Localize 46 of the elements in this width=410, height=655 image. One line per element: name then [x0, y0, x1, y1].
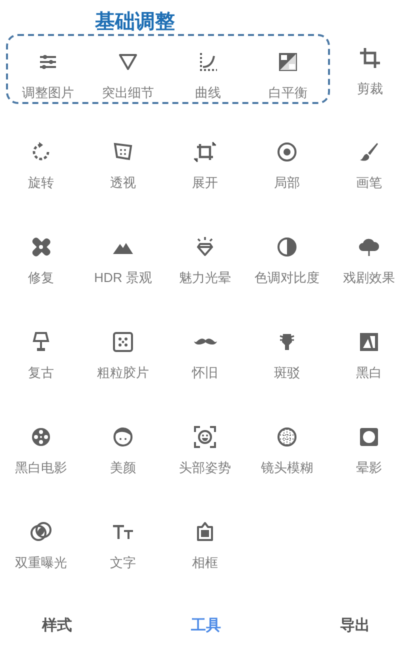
tool-button[interactable]: 展开 — [164, 128, 246, 192]
crop-icon — [358, 46, 382, 70]
tool-button[interactable]: 镜头模糊 — [246, 413, 328, 477]
tool-button[interactable]: 旋转 — [0, 128, 82, 192]
target-icon — [275, 140, 299, 164]
tool-button[interactable]: 局部 — [246, 128, 328, 192]
face-frame-icon — [193, 425, 217, 449]
tool-button[interactable]: 美颜 — [82, 413, 164, 477]
tool-button[interactable]: 文字 — [82, 508, 164, 572]
tool-button[interactable]: 戏剧效果 — [328, 223, 410, 287]
tool-button[interactable]: 白平衡 — [248, 38, 328, 102]
tool-button[interactable]: 晕影 — [328, 413, 410, 477]
tab[interactable]: 工具 — [151, 612, 261, 639]
tool-button[interactable]: 复古 — [0, 318, 82, 382]
expand-icon — [193, 140, 217, 164]
tool-button[interactable]: 双重曝光 — [0, 508, 82, 572]
tool-button[interactable]: 修复 — [0, 223, 82, 287]
face-icon — [111, 425, 135, 449]
contrast-icon — [275, 235, 299, 259]
tool-button[interactable]: 怀旧 — [164, 318, 246, 382]
mustache-icon — [194, 338, 216, 345]
split-tone-square-icon — [357, 330, 381, 354]
double-circle-icon — [29, 520, 53, 544]
tab[interactable]: 样式 — [0, 612, 152, 639]
tool-button[interactable]: 突出细节 — [88, 38, 168, 102]
tool-button[interactable]: 调整图片 — [8, 38, 88, 102]
tool-button[interactable]: 黑白 — [328, 318, 410, 382]
tool-button[interactable]: 色调对比度 — [246, 223, 328, 287]
tool-button[interactable]: 透视 — [82, 128, 164, 192]
wb-square-icon — [276, 50, 300, 74]
tool-button[interactable]: 剪裁 — [330, 34, 410, 98]
tab[interactable]: 导出 — [260, 612, 410, 639]
vignette-icon — [357, 425, 381, 449]
tool-button[interactable]: 画笔 — [328, 128, 410, 192]
tool-button[interactable]: 头部姿势 — [164, 413, 246, 477]
tool-button[interactable]: 魅力光晕 — [164, 223, 246, 287]
tool-button[interactable]: 粗粒胶片 — [82, 318, 164, 382]
grain-icon — [111, 330, 135, 354]
tool-button[interactable]: HDR 景观 — [82, 223, 164, 287]
tool-button[interactable]: 相框 — [164, 508, 246, 572]
film-reel-icon — [29, 425, 53, 449]
tool-button[interactable]: 斑驳 — [246, 318, 328, 382]
tool-button[interactable]: 黑白电影 — [0, 413, 82, 477]
lens-grid-icon — [275, 425, 299, 449]
tool-button[interactable]: 曲线 — [168, 38, 248, 102]
section-title: 基础调整 — [95, 8, 176, 32]
